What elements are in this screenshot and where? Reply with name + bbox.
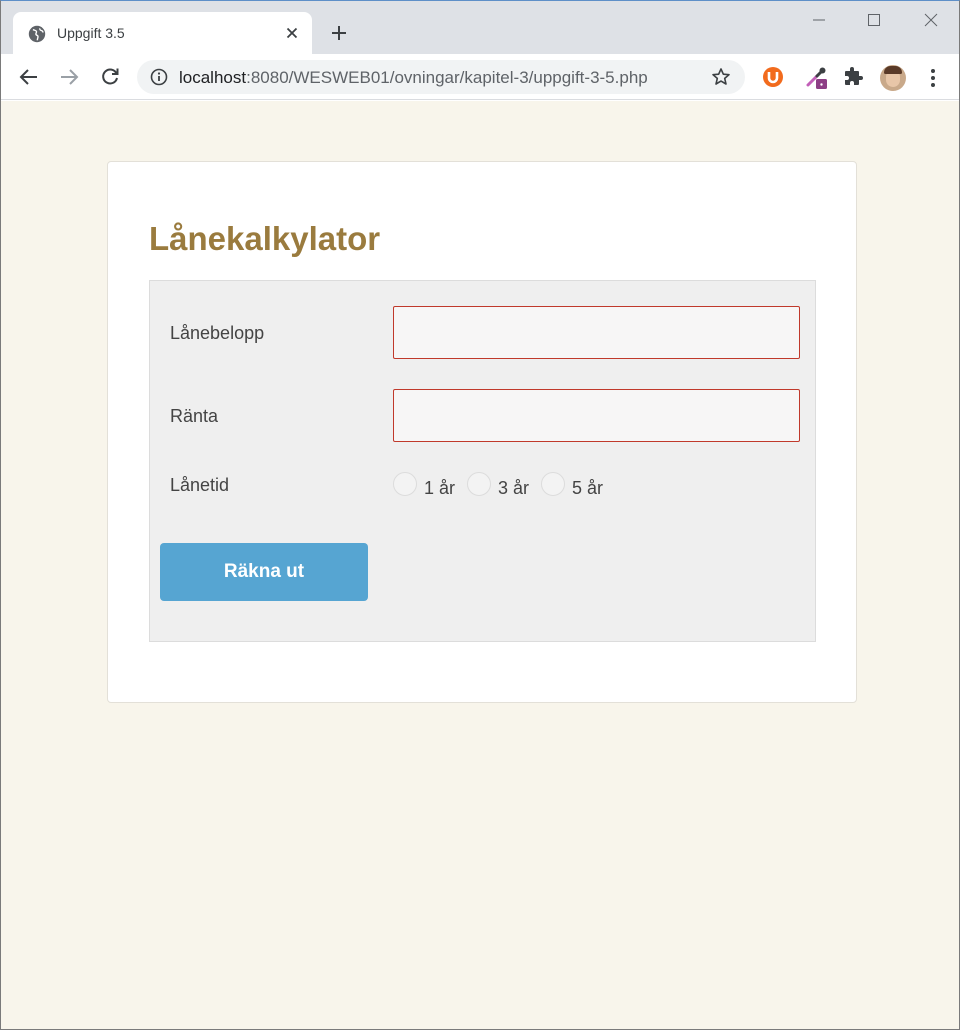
rate-input[interactable] <box>393 389 800 442</box>
window-close-icon[interactable] <box>916 9 946 31</box>
kebab-menu-icon[interactable] <box>925 66 941 90</box>
forward-arrow-icon[interactable] <box>56 64 82 90</box>
term-radio-3[interactable] <box>467 472 491 496</box>
url-text: localhost:8080/WESWEB01/ovningar/kapitel… <box>179 68 648 88</box>
rate-label: Ränta <box>170 406 219 426</box>
page-title: Lånekalkylator <box>149 220 381 257</box>
term-radio-1[interactable] <box>393 472 417 496</box>
ublock-icon[interactable] <box>761 65 785 89</box>
url-path: :8080/WESWEB01/ovningar/kapitel-3/uppgif… <box>246 68 648 87</box>
info-icon[interactable] <box>150 68 168 86</box>
star-icon[interactable] <box>711 67 731 87</box>
amount-input[interactable] <box>393 306 800 359</box>
back-arrow-icon[interactable] <box>16 64 42 90</box>
reload-icon[interactable] <box>97 64 123 90</box>
puzzle-icon[interactable] <box>841 65 865 89</box>
maximize-icon[interactable] <box>859 9 889 31</box>
term-label: Lånetid <box>170 475 230 495</box>
term-option-label: 3 år <box>498 478 530 498</box>
close-icon[interactable] <box>283 24 301 42</box>
minimize-icon[interactable] <box>804 9 834 31</box>
term-option-label: 1 år <box>424 478 456 498</box>
address-bar[interactable]: localhost:8080/WESWEB01/ovningar/kapitel… <box>137 60 745 94</box>
page-viewport: Lånekalkylator Lånebelopp Ränta Lånetid … <box>1 101 959 1029</box>
globe-icon <box>28 25 46 43</box>
url-host: localhost <box>179 68 247 87</box>
tab-strip: Uppgift 3.5 <box>1 1 959 55</box>
browser-tab[interactable]: Uppgift 3.5 <box>13 12 312 55</box>
term-option-label: 5 år <box>572 478 604 498</box>
browser-window: Uppgift 3.5 localhost:8080/WESWEB01/ovni… <box>0 0 960 1030</box>
profile-avatar[interactable] <box>880 65 906 91</box>
calculator-card: Lånekalkylator Lånebelopp Ränta Lånetid … <box>107 161 857 703</box>
eyedropper-icon[interactable] <box>804 65 828 89</box>
amount-label: Lånebelopp <box>170 323 265 343</box>
calculate-button[interactable]: Räkna ut <box>160 543 368 601</box>
avatar-hair <box>884 66 902 74</box>
loan-form: Lånebelopp Ränta Lånetid 1 år 3 år 5 år … <box>149 280 816 642</box>
browser-toolbar: localhost:8080/WESWEB01/ovningar/kapitel… <box>1 54 959 100</box>
term-radio-5[interactable] <box>541 472 565 496</box>
plus-icon[interactable] <box>327 21 351 45</box>
tab-title: Uppgift 3.5 <box>57 25 125 41</box>
